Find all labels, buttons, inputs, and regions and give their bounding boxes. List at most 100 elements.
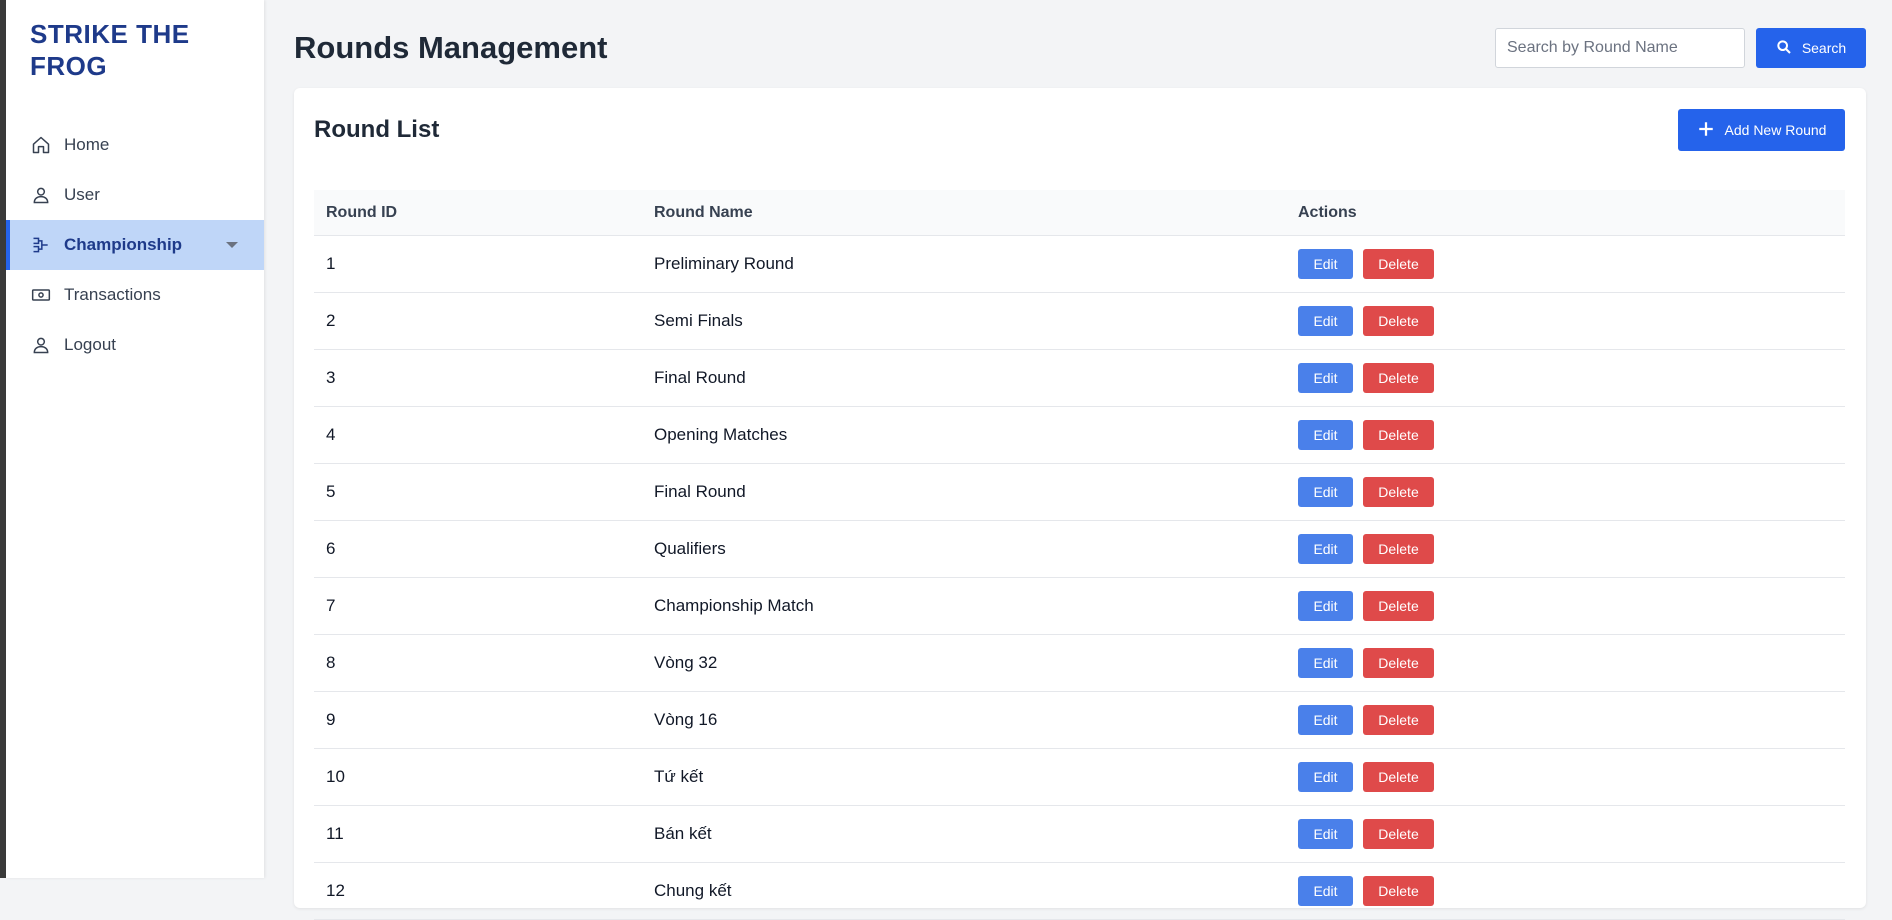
- banknote-icon: [30, 284, 52, 306]
- actions-cell: Edit Delete: [1286, 762, 1845, 792]
- round-name-cell: Vòng 16: [642, 710, 1286, 730]
- edit-button[interactable]: Edit: [1298, 705, 1353, 735]
- round-name-cell: Semi Finals: [642, 311, 1286, 331]
- edit-button[interactable]: Edit: [1298, 762, 1353, 792]
- actions-cell: Edit Delete: [1286, 477, 1845, 507]
- sidebar-item-home[interactable]: Home: [6, 120, 264, 170]
- column-header-actions: Actions: [1286, 204, 1845, 222]
- round-name-cell: Qualifiers: [642, 539, 1286, 559]
- edit-button[interactable]: Edit: [1298, 876, 1353, 906]
- round-name-cell: Vòng 32: [642, 653, 1286, 673]
- delete-button[interactable]: Delete: [1363, 648, 1434, 678]
- actions-cell: Edit Delete: [1286, 591, 1845, 621]
- edit-button[interactable]: Edit: [1298, 648, 1353, 678]
- search-button-label: Search: [1802, 40, 1846, 56]
- actions-cell: Edit Delete: [1286, 819, 1845, 849]
- sidebar: STRIKE THE FROG Home User Championship: [6, 0, 264, 878]
- table-body: 1Preliminary Round Edit Delete 2Semi Finals…: [314, 236, 1845, 920]
- edit-button[interactable]: Edit: [1298, 534, 1353, 564]
- round-name-cell: Chung kết: [642, 881, 1286, 901]
- delete-button[interactable]: Delete: [1363, 249, 1434, 279]
- table-row: 9Vòng 16 Edit Delete: [314, 692, 1845, 749]
- add-new-round-button[interactable]: Add New Round: [1678, 109, 1845, 151]
- round-name-cell: Championship Match: [642, 596, 1286, 616]
- round-name-cell: Final Round: [642, 482, 1286, 502]
- round-id-cell: 5: [314, 482, 642, 502]
- round-id-cell: 10: [314, 767, 642, 787]
- column-header-round-name: Round Name: [642, 204, 1286, 222]
- delete-button[interactable]: Delete: [1363, 819, 1434, 849]
- round-id-cell: 9: [314, 710, 642, 730]
- search-input[interactable]: [1495, 28, 1745, 68]
- sidebar-item-label: Logout: [64, 335, 116, 355]
- table-row: 10Tứ kết Edit Delete: [314, 749, 1845, 806]
- actions-cell: Edit Delete: [1286, 420, 1845, 450]
- delete-button[interactable]: Delete: [1363, 420, 1434, 450]
- round-id-cell: 12: [314, 881, 642, 901]
- edit-button[interactable]: Edit: [1298, 306, 1353, 336]
- delete-button[interactable]: Delete: [1363, 363, 1434, 393]
- user-icon: [30, 184, 52, 206]
- table-row: 4Opening Matches Edit Delete: [314, 407, 1845, 464]
- round-id-cell: 8: [314, 653, 642, 673]
- main-content: Rounds Management Search Round List Add …: [294, 0, 1866, 878]
- edit-button[interactable]: Edit: [1298, 249, 1353, 279]
- table-row: 8Vòng 32 Edit Delete: [314, 635, 1845, 692]
- round-list-card: Round List Add New Round Round ID Round …: [294, 88, 1866, 908]
- edit-button[interactable]: Edit: [1298, 420, 1353, 450]
- edit-button[interactable]: Edit: [1298, 477, 1353, 507]
- round-id-cell: 7: [314, 596, 642, 616]
- actions-cell: Edit Delete: [1286, 534, 1845, 564]
- delete-button[interactable]: Delete: [1363, 705, 1434, 735]
- sidebar-item-label: Championship: [64, 235, 182, 255]
- round-name-cell: Tứ kết: [642, 767, 1286, 787]
- page-title: Rounds Management: [294, 30, 607, 66]
- round-id-cell: 11: [314, 824, 642, 844]
- delete-button[interactable]: Delete: [1363, 534, 1434, 564]
- delete-button[interactable]: Delete: [1363, 876, 1434, 906]
- delete-button[interactable]: Delete: [1363, 306, 1434, 336]
- sidebar-item-transactions[interactable]: Transactions: [6, 270, 264, 320]
- edit-button[interactable]: Edit: [1298, 363, 1353, 393]
- bracket-icon: [30, 234, 52, 256]
- sidebar-item-championship[interactable]: Championship: [6, 220, 264, 270]
- sidebar-item-label: User: [64, 185, 100, 205]
- actions-cell: Edit Delete: [1286, 306, 1845, 336]
- table-row: 5Final Round Edit Delete: [314, 464, 1845, 521]
- card-title: Round List: [314, 116, 439, 144]
- round-id-cell: 1: [314, 254, 642, 274]
- round-name-cell: Preliminary Round: [642, 254, 1286, 274]
- logout-icon: [30, 334, 52, 356]
- table-row: 3Final Round Edit Delete: [314, 350, 1845, 407]
- add-button-label: Add New Round: [1725, 122, 1827, 138]
- plus-icon: [1697, 120, 1715, 141]
- sidebar-item-label: Home: [64, 135, 109, 155]
- sidebar-item-user[interactable]: User: [6, 170, 264, 220]
- sidebar-item-label: Transactions: [64, 285, 161, 305]
- round-id-cell: 4: [314, 425, 642, 445]
- search-button[interactable]: Search: [1756, 28, 1866, 68]
- sidebar-nav: Home User Championship Transactions L: [6, 120, 264, 370]
- brand-logo: STRIKE THE FROG: [30, 18, 230, 82]
- actions-cell: Edit Delete: [1286, 648, 1845, 678]
- round-name-cell: Bán kết: [642, 824, 1286, 844]
- home-icon: [30, 134, 52, 156]
- delete-button[interactable]: Delete: [1363, 762, 1434, 792]
- round-name-cell: Opening Matches: [642, 425, 1286, 445]
- column-header-round-id: Round ID: [314, 204, 642, 222]
- table-row: 11Bán kết Edit Delete: [314, 806, 1845, 863]
- round-id-cell: 2: [314, 311, 642, 331]
- actions-cell: Edit Delete: [1286, 249, 1845, 279]
- delete-button[interactable]: Delete: [1363, 477, 1434, 507]
- edit-button[interactable]: Edit: [1298, 591, 1353, 621]
- search-icon: [1776, 39, 1792, 58]
- edit-button[interactable]: Edit: [1298, 819, 1353, 849]
- delete-button[interactable]: Delete: [1363, 591, 1434, 621]
- round-name-cell: Final Round: [642, 368, 1286, 388]
- actions-cell: Edit Delete: [1286, 705, 1845, 735]
- sidebar-item-logout[interactable]: Logout: [6, 320, 264, 370]
- actions-cell: Edit Delete: [1286, 363, 1845, 393]
- chevron-down-icon[interactable]: [226, 242, 238, 248]
- round-id-cell: 6: [314, 539, 642, 559]
- round-id-cell: 3: [314, 368, 642, 388]
